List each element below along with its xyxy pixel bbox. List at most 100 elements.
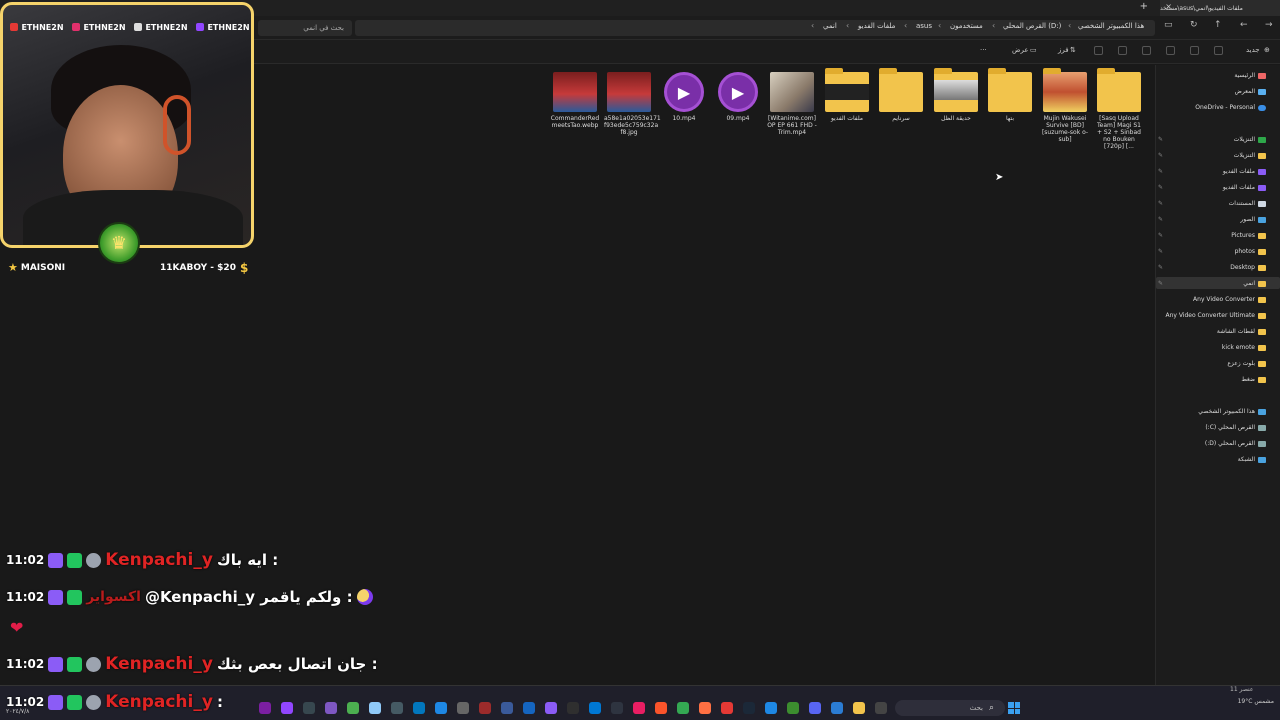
chevron-left-icon: ‹: [992, 21, 996, 30]
file-item[interactable]: a58e1a02053e171 f93ede5c759c32a f8.jpg: [604, 72, 661, 136]
plus-circle-icon[interactable]: ⊕: [1264, 46, 1270, 54]
folder-item[interactable]: سرنايم: [876, 68, 926, 122]
view-button[interactable]: عرض: [1012, 46, 1029, 54]
sidebar-item-pinned-selected[interactable]: انمي: [1243, 280, 1266, 287]
chrome-icon[interactable]: [677, 702, 689, 714]
sidebar-item-pinned[interactable]: المستندات: [1229, 200, 1266, 207]
sidebar-item-pinned[interactable]: التنزيلات: [1234, 136, 1266, 143]
start-windows-icon[interactable]: [1008, 702, 1020, 714]
sidebar-item-pinned[interactable]: photos: [1235, 248, 1266, 255]
breadcrumb-item[interactable]: asus: [916, 22, 932, 30]
app-icon[interactable]: [545, 702, 557, 714]
sidebar-item-this-pc[interactable]: هذا الكمبيوتر الشخصي: [1198, 408, 1266, 415]
task-view-icon[interactable]: [875, 702, 887, 714]
app-icon[interactable]: [479, 702, 491, 714]
illustrator-icon[interactable]: [567, 702, 579, 714]
folder-icon: [1258, 264, 1266, 271]
app-icon[interactable]: [303, 702, 315, 714]
share-icon[interactable]: [1118, 46, 1127, 55]
copy-icon[interactable]: [1190, 46, 1199, 55]
close-tab-icon[interactable]: ×: [1165, 2, 1172, 11]
folder-item[interactable]: Mujin Wakusei Survive [BD][suzume-sok o-…: [1040, 68, 1090, 143]
breadcrumb-item[interactable]: انمي: [823, 22, 837, 30]
app-icon[interactable]: [457, 702, 469, 714]
folder-item[interactable]: [Sasq Upload Team] Magi S1 + S2 + Sinbad…: [1094, 68, 1144, 150]
sidebar-item-pinned[interactable]: الصور: [1240, 216, 1266, 223]
cut-icon[interactable]: [1214, 46, 1223, 55]
app-icon[interactable]: [589, 702, 601, 714]
file-list-pane[interactable]: [258, 65, 1154, 685]
sidebar-item-pinned[interactable]: ملفات الفديو: [1223, 184, 1266, 191]
folder-name: Mujin Wakusei Survive [BD][suzume-sok o-…: [1041, 115, 1089, 143]
monitor-icon[interactable]: ▭: [1164, 20, 1173, 30]
file-explorer-icon[interactable]: [853, 702, 865, 714]
sidebar-item-gallery[interactable]: المعرض: [1235, 88, 1266, 95]
sidebar-item-onedrive[interactable]: OneDrive - Personal: [1195, 104, 1266, 111]
sidebar-item-pinned[interactable]: kick emote: [1222, 344, 1266, 351]
sidebar-item-pinned[interactable]: التنزيلات: [1234, 152, 1266, 159]
app-icon[interactable]: [413, 702, 425, 714]
app-icon[interactable]: [765, 702, 777, 714]
steam-icon[interactable]: [743, 702, 755, 714]
taskbar-clock[interactable]: 19°C مشمس: [1228, 698, 1274, 706]
brave-icon[interactable]: [655, 702, 667, 714]
chat-message: 11:02 Kenpachi_y ايه باك :: [6, 550, 279, 570]
sidebar-item-pinned[interactable]: ضغط: [1241, 376, 1266, 383]
folder-item[interactable]: ملفات الفديو: [822, 68, 872, 122]
sidebar-item-drive-c[interactable]: القرص المحلي (C:): [1205, 424, 1266, 431]
new-button[interactable]: جديد: [1246, 46, 1260, 54]
discord-icon[interactable]: [809, 702, 821, 714]
outlook-icon[interactable]: [831, 702, 843, 714]
vegas-icon[interactable]: [523, 702, 535, 714]
x-icon: [134, 23, 143, 31]
back-arrow-icon[interactable]: →: [1265, 20, 1273, 30]
sidebar-item-home[interactable]: الرئيسية: [1234, 72, 1266, 79]
breadcrumb-item[interactable]: هذا الكمبيوتر الشخصي: [1078, 22, 1144, 30]
visual-studio-icon[interactable]: [501, 702, 513, 714]
sidebar-item-drive-d[interactable]: القرص المحلي (D:): [1205, 440, 1266, 447]
breadcrumb-item[interactable]: القرص المحلي (D:): [1003, 22, 1061, 30]
file-item[interactable]: ▶ 09.mp4: [713, 72, 763, 122]
forward-arrow-icon[interactable]: ←: [1240, 20, 1248, 30]
twitch-icon[interactable]: [281, 702, 293, 714]
new-tab-button[interactable]: +: [1140, 1, 1148, 12]
app-icon[interactable]: [391, 702, 403, 714]
sidebar-item-pinned[interactable]: بلوت زعزع: [1227, 360, 1266, 367]
verified-badge-icon: [67, 552, 83, 568]
weather-text: 19°C مشمس: [1237, 698, 1274, 705]
sidebar-item-pinned[interactable]: Desktop: [1230, 264, 1266, 271]
sidebar-item-pinned[interactable]: لقطات الشاشة: [1217, 328, 1266, 335]
app-icon[interactable]: [259, 702, 271, 714]
breadcrumb-item[interactable]: ملفات الفديو: [858, 22, 895, 30]
up-arrow-icon[interactable]: ↑: [1214, 20, 1222, 30]
sidebar-item-pinned[interactable]: Pictures: [1231, 232, 1266, 239]
app-icon[interactable]: [721, 702, 733, 714]
minecraft-icon[interactable]: [787, 702, 799, 714]
sort-button[interactable]: فرز: [1058, 46, 1069, 54]
obs-icon[interactable]: [611, 702, 623, 714]
paste-icon[interactable]: [1166, 46, 1175, 55]
app-icon[interactable]: [369, 702, 381, 714]
app-icon[interactable]: [347, 702, 359, 714]
delete-icon[interactable]: [1094, 46, 1103, 55]
refresh-icon[interactable]: ↻: [1190, 20, 1198, 30]
rename-icon[interactable]: [1142, 46, 1151, 55]
more-options-button[interactable]: ···: [980, 46, 987, 54]
sidebar-item-network[interactable]: الشبكة: [1238, 456, 1266, 463]
search-input[interactable]: بحث في انمي: [258, 20, 352, 36]
folder-item[interactable]: حديقة الظل: [931, 68, 981, 122]
file-item[interactable]: [Witanime.com] OP EP 661 FHD - Trim.mp4: [767, 72, 817, 136]
chat-message: 11:02 Kenpachi_y جان اتصال بعص بثك :: [6, 654, 378, 674]
app-icon[interactable]: [435, 702, 447, 714]
sidebar-item-pinned[interactable]: ملفات الفديو: [1223, 168, 1266, 175]
breadcrumb-item[interactable]: مستخدمون: [950, 22, 983, 30]
file-item[interactable]: ▶ 10.mp4: [659, 72, 709, 122]
file-item[interactable]: CommanderRed meetsTao.webp: [550, 72, 600, 129]
tab-active[interactable]: ملفات الفيديو\انمي\asus\مستخد: [1160, 0, 1280, 16]
sidebar-item-pinned[interactable]: Any Video Converter Ultimate: [1165, 312, 1266, 319]
app-icon[interactable]: [325, 702, 337, 714]
folder-item[interactable]: بتها: [985, 68, 1035, 122]
firefox-icon[interactable]: [699, 702, 711, 714]
app-icon[interactable]: [633, 702, 645, 714]
sidebar-item-pinned[interactable]: Any Video Converter: [1193, 296, 1266, 303]
